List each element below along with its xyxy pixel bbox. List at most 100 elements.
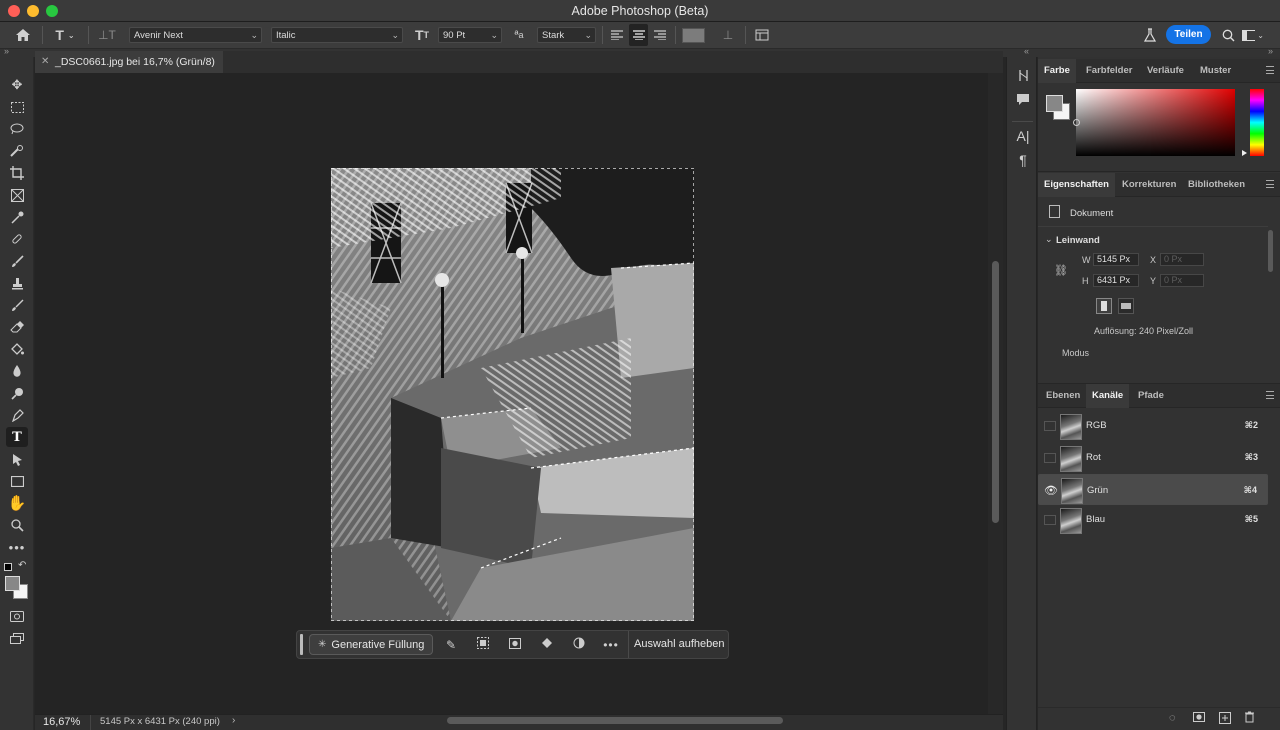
default-colors-icon[interactable] xyxy=(4,563,12,571)
vertical-scroll-thumb[interactable] xyxy=(992,261,999,523)
flask-icon[interactable] xyxy=(1140,24,1160,46)
tab-verlaeufe[interactable]: Verläufe xyxy=(1147,59,1184,83)
font-size-select[interactable]: 90 Pt ⌄ xyxy=(438,27,502,43)
type-tool-icon[interactable]: T xyxy=(6,427,28,447)
y-field[interactable]: 0 Px xyxy=(1160,274,1204,287)
eye-icon[interactable]: 👁 xyxy=(1044,485,1058,498)
tab-korrekturen[interactable]: Korrekturen xyxy=(1122,173,1176,197)
create-mask-icon[interactable] xyxy=(506,637,524,653)
character-panel-icon[interactable]: A| xyxy=(1013,127,1033,145)
visibility-toggle[interactable] xyxy=(1044,515,1056,525)
lasso-tool-icon[interactable] xyxy=(6,119,28,139)
character-panel-icon[interactable] xyxy=(752,24,772,46)
expand-panels-icon[interactable]: » xyxy=(1268,46,1273,56)
info-chevron-icon[interactable]: › xyxy=(232,715,235,726)
height-field[interactable]: 6431 Px xyxy=(1093,274,1139,287)
save-selection-icon[interactable] xyxy=(1193,712,1205,725)
deselect-button[interactable]: Auswahl aufheben xyxy=(634,638,725,650)
portrait-orientation-icon[interactable] xyxy=(1096,298,1112,314)
visibility-toggle[interactable] xyxy=(1044,421,1056,431)
search-icon[interactable] xyxy=(1218,24,1238,46)
tab-muster[interactable]: Muster xyxy=(1200,59,1231,83)
hue-slider[interactable] xyxy=(1250,89,1264,156)
color-picker-handle[interactable] xyxy=(1073,119,1080,126)
tab-farbe[interactable]: Farbe xyxy=(1038,59,1076,83)
close-tab-icon[interactable]: ✕ xyxy=(41,51,49,73)
panel-menu-icon[interactable] xyxy=(1266,180,1274,188)
x-field[interactable]: 0 Px xyxy=(1160,253,1204,266)
color-field[interactable] xyxy=(1073,89,1235,156)
drag-handle[interactable] xyxy=(300,634,303,655)
move-tool-icon[interactable]: ✥ xyxy=(6,75,28,95)
swap-colors-icon[interactable]: ↶ xyxy=(18,560,26,571)
font-style-select[interactable]: Italic ⌄ xyxy=(271,27,403,43)
workspace-icon[interactable]: ⌄ xyxy=(1242,24,1264,46)
pen-tool-icon[interactable] xyxy=(6,405,28,425)
canvas-section-chevron-icon[interactable]: ⌄ xyxy=(1045,234,1053,245)
panel-menu-icon[interactable] xyxy=(1266,391,1274,399)
visibility-toggle[interactable] xyxy=(1044,453,1056,463)
path-selection-tool-icon[interactable] xyxy=(6,449,28,469)
eyedropper-tool-icon[interactable] xyxy=(6,207,28,227)
channel-row-gruen[interactable]: 👁 Grün ⌘4 xyxy=(1038,474,1268,505)
text-tool-preset-icon[interactable]: T ⌄ xyxy=(50,24,80,46)
eraser-tool-icon[interactable] xyxy=(6,317,28,337)
tab-pfade[interactable]: Pfade xyxy=(1138,384,1164,408)
marquee-tool-icon[interactable] xyxy=(6,97,28,117)
screen-mode-icon[interactable] xyxy=(6,628,28,648)
generative-fill-button[interactable]: ✳ Generative Füllung xyxy=(309,634,433,655)
invert-selection-icon[interactable] xyxy=(474,637,492,653)
fill-selection-icon[interactable] xyxy=(538,637,556,653)
vertical-scrollbar[interactable] xyxy=(988,73,1003,714)
canvas-section-title[interactable]: Leinwand xyxy=(1056,235,1100,246)
more-tools-icon[interactable]: ••• xyxy=(6,537,28,557)
load-selection-icon[interactable]: ◌ xyxy=(1169,712,1176,724)
width-field[interactable]: 5145 Px xyxy=(1093,253,1139,266)
tab-kanaele[interactable]: Kanäle xyxy=(1086,384,1130,408)
channel-row-blau[interactable]: Blau ⌘5 xyxy=(1038,505,1268,536)
tab-bibliotheken[interactable]: Bibliotheken xyxy=(1188,173,1245,197)
quick-mask-icon[interactable] xyxy=(6,606,28,626)
zoom-level[interactable]: 16,67% xyxy=(43,716,80,728)
zoom-tool-icon[interactable] xyxy=(6,515,28,535)
new-channel-icon[interactable] xyxy=(1219,712,1231,727)
hand-tool-icon[interactable]: ✋ xyxy=(6,493,28,513)
hue-slider-pointer[interactable] xyxy=(1242,150,1247,156)
foreground-color-swatch[interactable] xyxy=(5,576,20,591)
history-brush-tool-icon[interactable] xyxy=(6,295,28,315)
clone-stamp-tool-icon[interactable] xyxy=(6,273,28,293)
document-image[interactable] xyxy=(331,168,694,621)
paint-bucket-tool-icon[interactable] xyxy=(6,339,28,359)
frame-tool-icon[interactable] xyxy=(6,185,28,205)
channel-row-rgb[interactable]: RGB ⌘2 xyxy=(1038,411,1268,442)
horizontal-scroll-thumb[interactable] xyxy=(447,717,783,724)
tab-eigenschaften[interactable]: Eigenschaften xyxy=(1038,173,1115,197)
crop-tool-icon[interactable] xyxy=(6,163,28,183)
text-orientation-icon[interactable]: ⊥T xyxy=(96,24,118,46)
quick-selection-tool-icon[interactable] xyxy=(6,141,28,161)
align-right-icon[interactable] xyxy=(651,24,669,46)
home-icon[interactable] xyxy=(12,24,34,46)
paragraph-panel-icon[interactable]: ¶ xyxy=(1013,151,1033,169)
healing-brush-tool-icon[interactable] xyxy=(6,229,28,249)
collapse-icon[interactable]: « xyxy=(1024,46,1029,56)
landscape-orientation-icon[interactable] xyxy=(1118,298,1134,314)
share-button[interactable]: Teilen xyxy=(1166,25,1211,44)
properties-scroll-thumb[interactable] xyxy=(1268,230,1273,272)
text-color-swatch[interactable] xyxy=(682,28,705,43)
expand-toolbar-icon[interactable]: » xyxy=(4,46,9,56)
font-family-select[interactable]: Avenir Next ⌄ xyxy=(129,27,262,43)
document-tab[interactable]: ✕ _DSC0661.jpg bei 16,7% (Grün/8) xyxy=(35,51,223,73)
tab-ebenen[interactable]: Ebenen xyxy=(1046,384,1080,408)
align-left-icon[interactable] xyxy=(608,24,626,46)
warp-text-icon[interactable]: ⊥ xyxy=(718,24,738,46)
more-options-icon[interactable]: ••• xyxy=(602,637,620,653)
channel-row-rot[interactable]: Rot ⌘3 xyxy=(1038,443,1268,474)
adjustment-icon[interactable] xyxy=(570,637,588,653)
color-fg-swatch[interactable] xyxy=(1046,95,1063,112)
history-panel-icon[interactable] xyxy=(1013,69,1033,87)
align-center-icon[interactable] xyxy=(629,24,648,46)
brush-tool-icon[interactable] xyxy=(6,251,28,271)
comments-panel-icon[interactable] xyxy=(1013,93,1033,111)
dodge-tool-icon[interactable] xyxy=(6,383,28,403)
